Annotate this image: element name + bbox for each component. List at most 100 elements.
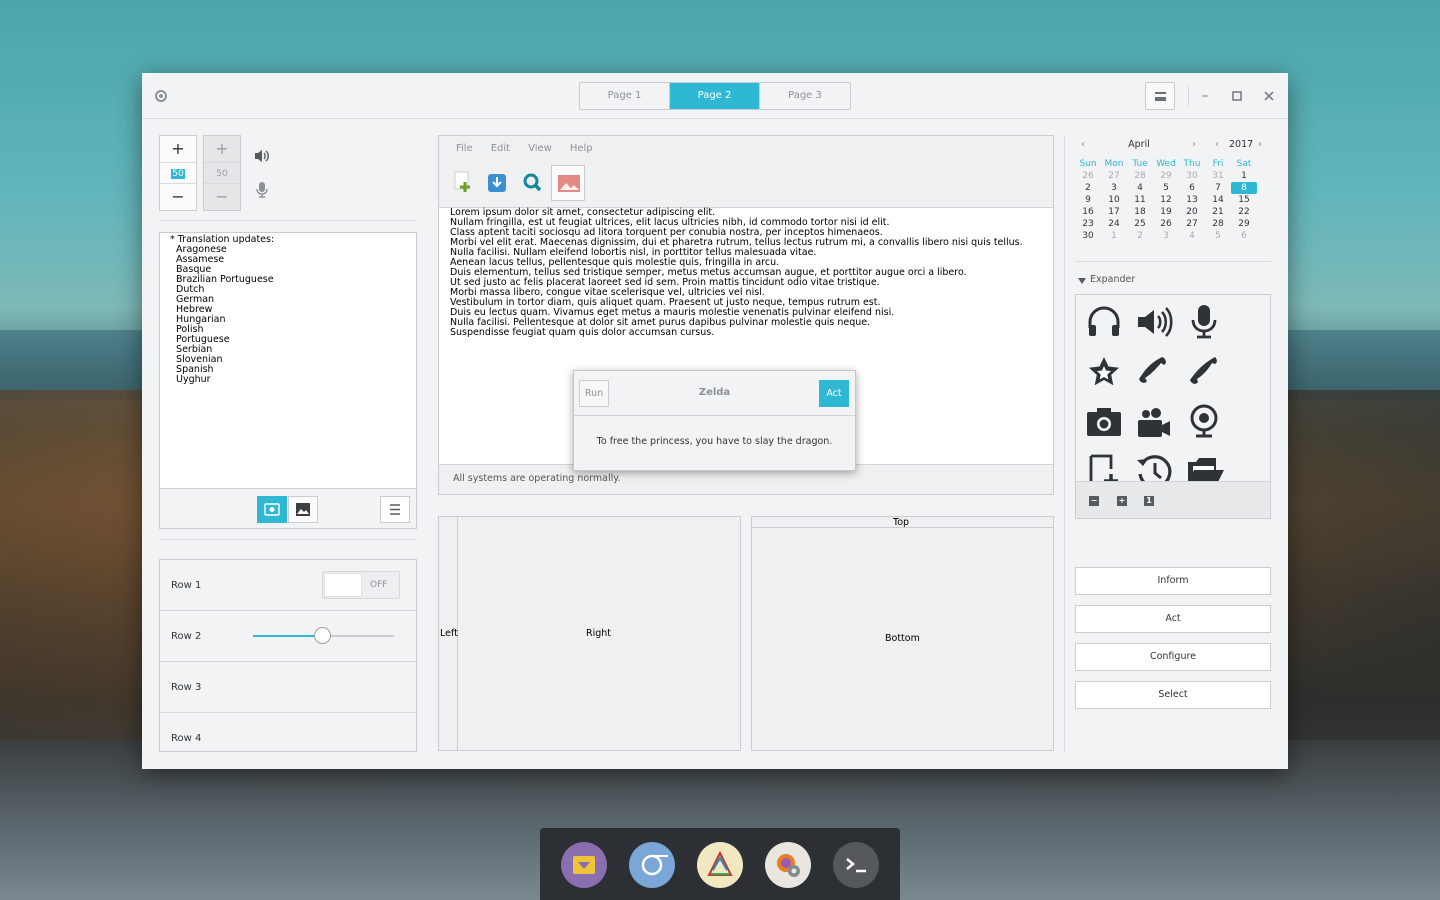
add-icon[interactable]: + — [1117, 496, 1127, 506]
calendar-day[interactable]: 28 — [1205, 218, 1231, 230]
menu-button[interactable] — [1145, 82, 1175, 110]
calendar-day[interactable]: 3 — [1101, 182, 1127, 194]
menu-edit[interactable]: Edit — [482, 136, 519, 162]
calendar-day[interactable]: 2 — [1075, 182, 1101, 194]
decrement-button[interactable]: − — [160, 184, 196, 210]
list-menu-button[interactable] — [380, 496, 410, 523]
app-menu-icon[interactable] — [155, 90, 167, 102]
search-icon[interactable] — [515, 165, 549, 201]
tab-page-2[interactable]: Page 2 — [670, 83, 760, 109]
configure-button[interactable]: Configure — [1075, 643, 1271, 671]
prev-year-icon[interactable]: ‹ — [1215, 139, 1219, 150]
calendar-day[interactable]: 19 — [1153, 206, 1179, 218]
calendar-day[interactable]: 27 — [1179, 218, 1205, 230]
select-button[interactable]: Select — [1075, 681, 1271, 709]
microphone-icon[interactable] — [1184, 302, 1224, 342]
app-center-icon[interactable] — [697, 842, 743, 888]
list-item[interactable]: Row 1 OFF — [160, 560, 416, 611]
list-item[interactable]: Row 4 — [160, 713, 416, 764]
image-icon[interactable] — [551, 165, 585, 201]
calendar-day[interactable]: 1 — [1101, 230, 1127, 242]
calendar-day[interactable]: 24 — [1101, 218, 1127, 230]
image-view-button[interactable] — [288, 496, 318, 523]
calendar-day[interactable]: 4 — [1127, 182, 1153, 194]
calendar-day[interactable]: 10 — [1101, 194, 1127, 206]
tab-page-1[interactable]: Page 1 — [580, 83, 670, 109]
calendar-day[interactable]: 8 — [1231, 182, 1257, 194]
new-document-icon[interactable] — [445, 165, 479, 201]
calendar-day[interactable]: 25 — [1127, 218, 1153, 230]
calendar-day[interactable]: 2 — [1127, 230, 1153, 242]
calendar-day[interactable]: 5 — [1153, 182, 1179, 194]
next-month-icon[interactable]: › — [1192, 139, 1196, 150]
calendar-day[interactable]: 27 — [1101, 170, 1127, 182]
calendar-day[interactable]: 30 — [1179, 170, 1205, 182]
menu-view[interactable]: View — [519, 136, 561, 162]
phone-alt-icon[interactable] — [1184, 352, 1224, 392]
calendar-day[interactable]: 29 — [1231, 218, 1257, 230]
camera-icon[interactable] — [1084, 402, 1124, 442]
calendar-day[interactable]: 14 — [1205, 194, 1231, 206]
calendar-day[interactable]: 26 — [1075, 170, 1101, 182]
list-item[interactable]: Row 2 — [160, 611, 416, 662]
terminal-icon[interactable] — [833, 842, 879, 888]
speaker-icon[interactable] — [1134, 302, 1174, 342]
headphones-icon[interactable] — [1084, 302, 1124, 342]
toggle-switch[interactable]: OFF — [322, 571, 400, 599]
calendar-day[interactable]: 5 — [1205, 230, 1231, 242]
microphone-icon[interactable] — [255, 181, 269, 202]
photo-view-button[interactable] — [257, 496, 287, 523]
close-icon[interactable] — [1260, 87, 1278, 105]
calendar-day[interactable]: 16 — [1075, 206, 1101, 218]
star-icon[interactable] — [1084, 352, 1124, 392]
calendar-day[interactable]: 23 — [1075, 218, 1101, 230]
calendar-day[interactable]: 30 — [1075, 230, 1101, 242]
calendar-day[interactable]: 4 — [1179, 230, 1205, 242]
next-year-icon[interactable]: › — [1258, 139, 1262, 150]
translation-list[interactable]: * Translation updates: Aragonese Assames… — [159, 232, 417, 529]
speaker-icon[interactable] — [253, 148, 271, 167]
slider-handle[interactable] — [314, 627, 332, 644]
calendar-day[interactable]: 6 — [1231, 230, 1257, 242]
download-icon[interactable] — [480, 165, 514, 201]
act-button[interactable]: Act — [819, 380, 849, 407]
calendar-day[interactable]: 15 — [1231, 194, 1257, 206]
one-icon[interactable]: 1 — [1144, 496, 1154, 506]
browser-icon[interactable] — [629, 842, 675, 888]
spinner-value[interactable]: 50 — [160, 162, 196, 184]
calendar-day[interactable]: 26 — [1153, 218, 1179, 230]
video-camera-icon[interactable] — [1134, 402, 1174, 442]
calendar-day[interactable]: 17 — [1101, 206, 1127, 218]
calendar-day[interactable]: 28 — [1127, 170, 1153, 182]
calendar-day[interactable]: 31 — [1205, 170, 1231, 182]
calendar-day[interactable]: 3 — [1153, 230, 1179, 242]
remove-icon[interactable]: − — [1089, 496, 1099, 506]
calendar-day[interactable]: 11 — [1127, 194, 1153, 206]
expander-label[interactable]: Expander — [1090, 274, 1135, 285]
file-manager-icon[interactable] — [561, 842, 607, 888]
phone-icon[interactable] — [1134, 352, 1174, 392]
prev-month-icon[interactable]: ‹ — [1081, 139, 1085, 150]
calendar-day[interactable]: 29 — [1153, 170, 1179, 182]
slider[interactable] — [253, 627, 394, 644]
calendar-day[interactable]: 12 — [1153, 194, 1179, 206]
calendar-day[interactable]: 18 — [1127, 206, 1153, 218]
calendar-day[interactable]: 1 — [1231, 170, 1257, 182]
calendar-day[interactable]: 22 — [1231, 206, 1257, 218]
calendar-day[interactable]: 13 — [1179, 194, 1205, 206]
calendar-day[interactable]: 21 — [1205, 206, 1231, 218]
maximize-icon[interactable] — [1228, 87, 1246, 105]
inform-button[interactable]: Inform — [1075, 567, 1271, 595]
tab-page-3[interactable]: Page 3 — [760, 83, 850, 109]
calendar-day[interactable]: 20 — [1179, 206, 1205, 218]
settings-icon[interactable] — [765, 842, 811, 888]
webcam-icon[interactable] — [1184, 402, 1224, 442]
expander-arrow-icon[interactable] — [1078, 278, 1086, 284]
act-button[interactable]: Act — [1075, 605, 1271, 633]
increment-button[interactable]: + — [160, 136, 196, 162]
calendar-day[interactable]: 9 — [1075, 194, 1101, 206]
calendar-day[interactable]: 7 — [1205, 182, 1231, 194]
calendar-day[interactable]: 6 — [1179, 182, 1205, 194]
menu-file[interactable]: File — [447, 136, 482, 162]
minimize-icon[interactable]: – — [1196, 87, 1214, 105]
